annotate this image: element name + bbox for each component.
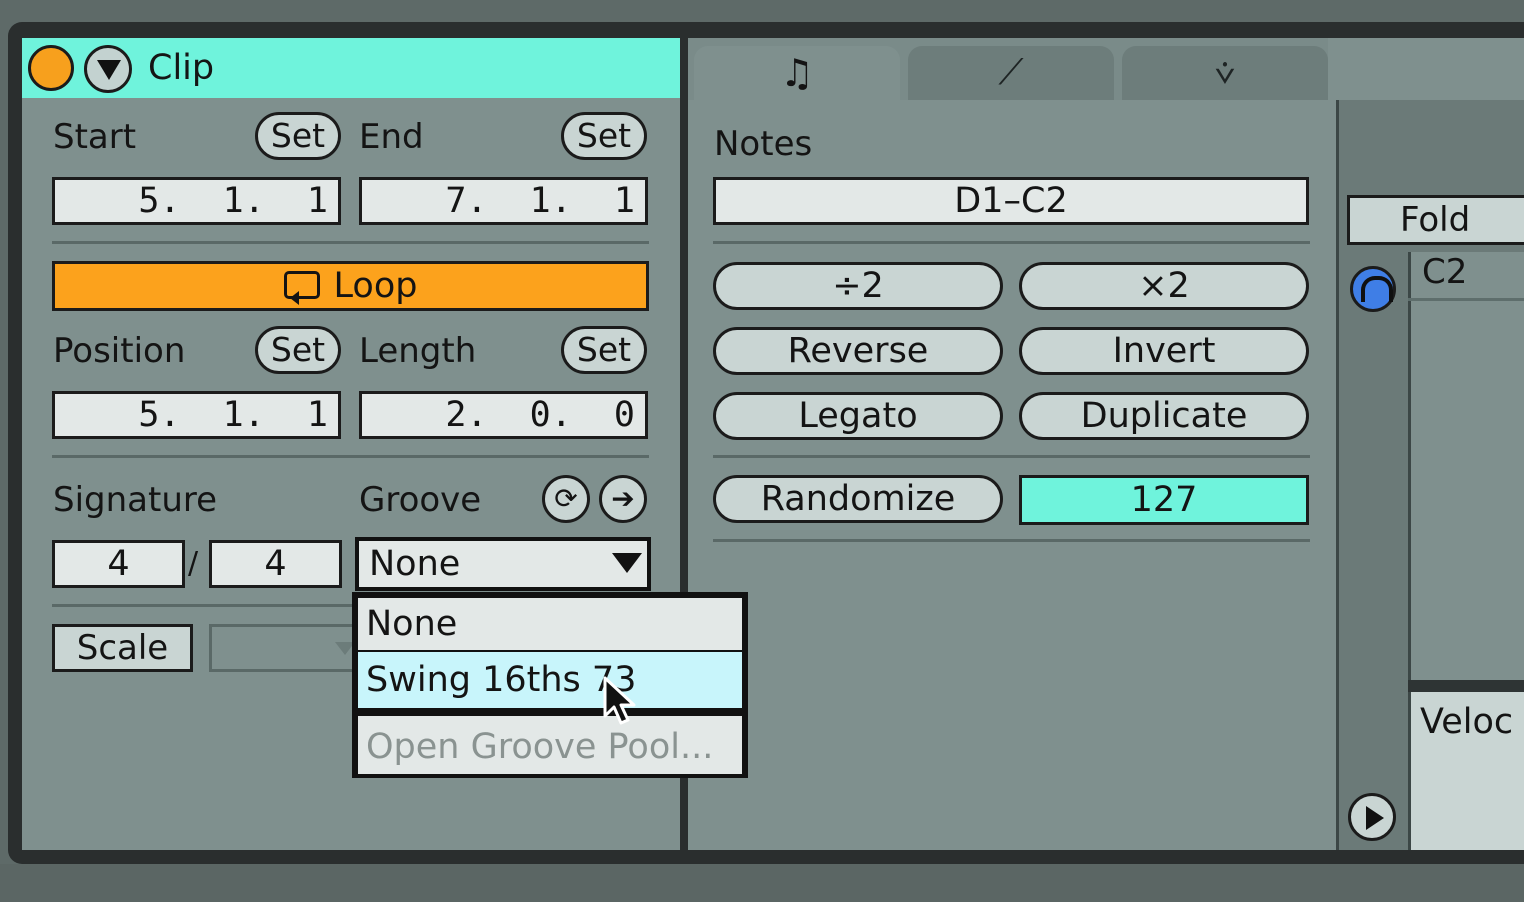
invert-button[interactable]: Invert [1019,327,1309,375]
loop-label: Loop [333,266,418,306]
double-length-button[interactable]: ×2 [1019,262,1309,310]
headphone-icon[interactable] [1350,266,1396,312]
end-label: End [359,117,424,157]
tab-envelopes[interactable]: ⟋ [908,46,1114,100]
start-set-button[interactable]: Set [255,112,341,160]
groove-commit-button[interactable]: ➔ [599,475,647,523]
mpe-icon: ⩒ [1214,53,1236,93]
arrow-right-icon: ➔ [611,482,635,515]
mouse-cursor-icon [603,676,636,725]
chevron-down-icon [612,553,642,573]
key-line [1408,298,1524,301]
position-field[interactable]: 5. 1. 1 [52,391,341,439]
half-length-button[interactable]: ÷2 [713,262,1003,310]
end-field[interactable]: 7. 1. 1 [359,177,648,225]
piano-roll-keys[interactable] [1408,252,1524,682]
bottom-strip [0,864,1524,902]
note-icon: ♫ [779,51,815,95]
signature-numerator-field[interactable]: 4 [52,540,185,588]
legato-button[interactable]: Legato [713,392,1003,440]
groove-hot-swap-button[interactable]: ⟳ [542,475,590,523]
divider [52,455,649,458]
position-label: Position [53,331,186,371]
divider [1408,680,1524,692]
randomize-button[interactable]: Randomize [713,475,1003,523]
start-field[interactable]: 5. 1. 1 [52,177,341,225]
play-icon[interactable] [1348,793,1396,841]
envelope-icon: ⟋ [998,52,1024,93]
scale-button[interactable]: Scale [52,624,193,672]
tab-strip-filler [1328,38,1524,102]
velocity-label: Veloc [1420,702,1514,742]
signature-denominator-field[interactable]: 4 [209,540,342,588]
clip-title: Clip [148,48,215,88]
refresh-icon: ⟳ [554,482,578,515]
divider [1336,100,1339,850]
loop-button[interactable]: Loop [52,261,649,311]
notes-title: Notes [714,124,813,164]
tab-notes[interactable]: ♫ [694,46,900,106]
loop-icon [283,271,320,305]
note-range-field[interactable]: D1–C2 [713,177,1309,225]
position-set-button[interactable]: Set [255,326,341,374]
length-field[interactable]: 2. 0. 0 [359,391,648,439]
length-set-button[interactable]: Set [561,326,647,374]
signature-slash: / [188,546,199,581]
divider [713,455,1310,458]
clip-fold-button[interactable] [84,45,132,93]
randomize-amount-field[interactable]: 127 [1019,475,1309,525]
dropdown-item-none[interactable]: None [358,598,742,650]
length-label: Length [359,331,477,371]
dropdown-item-open-groove-pool[interactable]: Open Groove Pool... [358,716,742,774]
reverse-button[interactable]: Reverse [713,327,1003,375]
dropdown-separator [358,710,742,714]
divider [713,241,1310,244]
clip-activator-button[interactable] [28,45,74,91]
dropdown-item-swing[interactable]: Swing 16ths 73 [358,652,742,708]
duplicate-button[interactable]: Duplicate [1019,392,1309,440]
fold-button[interactable]: Fold [1347,195,1524,245]
start-label: Start [53,117,137,157]
key-label: C2 [1422,252,1468,292]
groove-label: Groove [359,480,482,520]
groove-select[interactable]: None [355,537,651,591]
divider [52,604,352,607]
signature-label: Signature [53,480,218,520]
tab-mpe[interactable]: ⩒ [1122,46,1328,100]
divider [713,539,1310,542]
divider [52,241,649,244]
end-set-button[interactable]: Set [561,112,647,160]
